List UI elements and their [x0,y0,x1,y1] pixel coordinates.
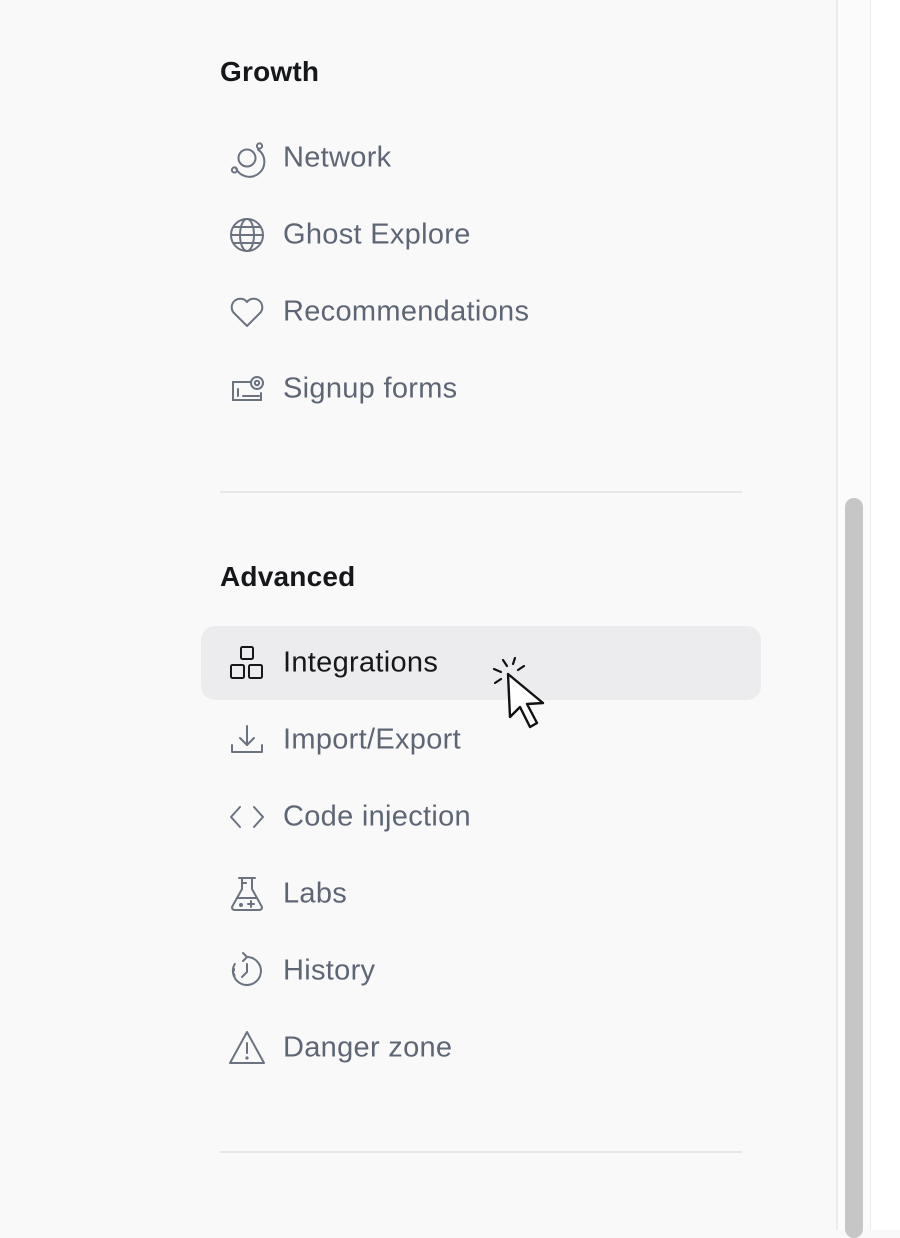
sidebar-item-signup-forms[interactable]: Signup forms [201,352,761,426]
integrations-icon [227,643,267,683]
heart-icon [227,292,267,332]
sidebar-item-recommendations[interactable]: Recommendations [201,275,761,349]
sidebar-item-history[interactable]: History [201,934,761,1008]
sidebar-item-ghost-explore[interactable]: Ghost Explore [201,198,761,272]
sidebar-item-label: Signup forms [283,372,458,405]
sidebar-item-code-injection[interactable]: Code injection [201,780,761,854]
section-title-advanced: Advanced [220,561,356,592]
code-icon [227,797,267,837]
sidebar-item-label: Network [283,141,392,174]
network-icon [227,138,267,178]
sidebar-item-label: Code injection [283,800,471,833]
sidebar-item-labs[interactable]: Labs [201,857,761,931]
settings-sidebar: Growth Network Ghost Explore Recommendat… [0,0,836,1230]
sidebar-item-integrations[interactable]: Integrations [201,626,761,700]
sidebar-item-label: Labs [283,877,348,910]
sidebar-item-label: Danger zone [283,1031,453,1064]
sidebar-item-danger-zone[interactable]: Danger zone [201,1011,761,1085]
sidebar-item-label: Import/Export [283,723,461,756]
sidebar-item-label: Ghost Explore [283,218,471,251]
section-divider [220,491,742,493]
history-icon [227,951,267,991]
section-divider [220,1151,742,1153]
section-title-growth: Growth [220,56,320,87]
scrollbar-thumb[interactable] [845,498,863,1238]
sidebar-item-label: History [283,954,376,987]
signup-form-icon [227,369,267,409]
sidebar-item-network[interactable]: Network [201,121,761,195]
download-icon [227,720,267,760]
sidebar-item-label: Recommendations [283,295,530,328]
sidebar-item-label: Integrations [283,646,439,679]
content-edge [871,0,900,1230]
sidebar-item-import-export[interactable]: Import/Export [201,703,761,777]
globe-icon [227,215,267,255]
flask-icon [227,874,267,914]
warning-icon [227,1028,267,1068]
